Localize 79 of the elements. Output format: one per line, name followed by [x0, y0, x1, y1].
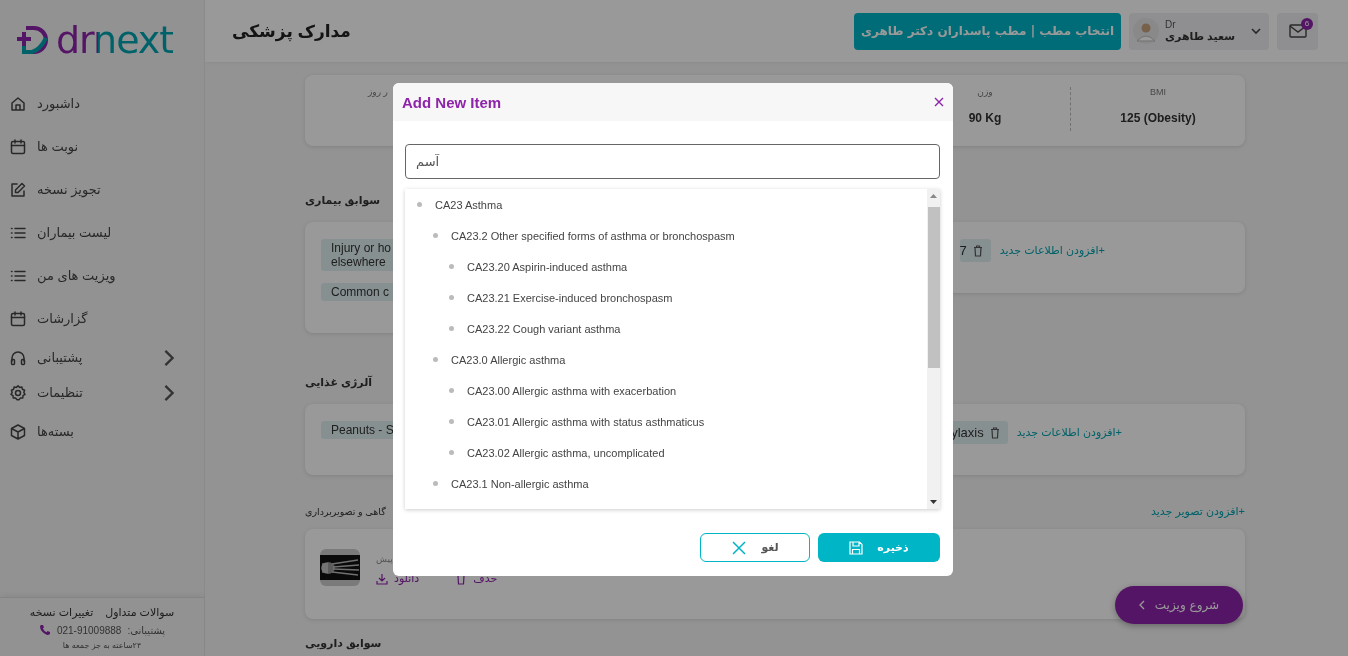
bullet-icon [449, 326, 454, 331]
start-visit-button[interactable]: شروع ویزیت [1115, 586, 1243, 624]
add-info-link[interactable]: +افزودن اطلاعات جدید [999, 244, 1105, 257]
tree-item[interactable]: CA23.1 Non-allergic asthma [451, 477, 589, 490]
tree-item[interactable]: CA23.00 Allergic asthma with exacerbation [467, 384, 677, 397]
mail-button[interactable]: 6 [1277, 12, 1318, 50]
vital-value: 90 Kg [968, 111, 1002, 125]
delete-button[interactable]: حذف [455, 572, 498, 585]
tree-item[interactable]: CA23.02 Allergic asthma, uncomplicated [467, 446, 665, 459]
vital-label: BMI [1150, 87, 1166, 97]
bullet-icon [433, 233, 438, 238]
support-phone: 021-91009888 [56, 624, 122, 636]
scroll-down-icon[interactable] [930, 500, 937, 504]
sidebar-item[interactable]: گزارشات [0, 297, 204, 340]
vital-label: وزن [977, 87, 993, 97]
sidebar-item[interactable]: تجویز نسخه [0, 168, 204, 211]
calendar-icon [9, 137, 27, 156]
trash-icon[interactable] [972, 244, 983, 257]
section-title: سوابق دارویی [305, 636, 382, 650]
search-field[interactable]: آسم [405, 144, 940, 179]
calendar-icon [9, 309, 27, 328]
support-label: پشتیبانی: [127, 624, 166, 636]
tree-item[interactable]: CA23.22 Cough variant asthma [467, 322, 621, 335]
close-icon [731, 539, 748, 556]
tag-label: 7 [959, 243, 967, 258]
sidebar-item[interactable]: بسته‌ها [0, 410, 204, 453]
sidebar-item[interactable]: پشتیبانی [0, 340, 204, 375]
sidebar-item[interactable]: لیست بیماران [0, 211, 204, 254]
bullet-icon [449, 450, 454, 455]
save-button[interactable]: ذخیره [818, 533, 940, 562]
bullet-icon [449, 419, 454, 424]
bullet-icon [433, 357, 438, 362]
tree-item[interactable]: CA23.0 Allergic asthma [451, 353, 566, 366]
sidebar-item[interactable]: نوبت ها [0, 125, 204, 168]
close-icon[interactable] [934, 97, 944, 107]
tree-item[interactable]: CA23.2 Other specified forms of asthma or bronchospasm [451, 229, 735, 242]
tree-item[interactable]: CA23 Asthma [435, 198, 503, 211]
notification-badge: 6 [1301, 17, 1313, 30]
vital-value: 125 (Obesity) [1120, 111, 1196, 125]
settings-icon [9, 383, 27, 402]
add-info-link[interactable]: +افزودن اطلاعات جدید [1016, 426, 1122, 439]
chevron-icon [1138, 600, 1145, 610]
caret-icon [1251, 27, 1261, 35]
sidebar-item[interactable]: تنظیمات [0, 375, 204, 410]
section-title: سوابق بیماری [305, 193, 381, 207]
scroll-up-icon[interactable] [930, 194, 937, 198]
thumbnail[interactable] [320, 549, 360, 586]
cancel-button[interactable]: لغو [700, 533, 810, 562]
bullet-icon [417, 202, 422, 207]
section-title: گاهی و تصویربرداری [305, 505, 386, 517]
phone-icon [38, 624, 51, 636]
page-title: مدارک پزشکی [232, 20, 351, 42]
sidebar-item[interactable]: داشبورد [0, 82, 204, 125]
trash-icon[interactable] [989, 426, 1000, 439]
footer-link[interactable]: سوالات متداول [105, 606, 175, 619]
vital-label: ر روز [368, 87, 388, 97]
home-icon [9, 94, 27, 113]
bullet-icon [449, 264, 454, 269]
user-name: سعید طاهری [1165, 30, 1236, 43]
support-hours: ۲۴ساعته به جز جمعه ها [62, 641, 142, 650]
tree-item[interactable]: CA23.20 Aspirin-induced asthma [467, 260, 628, 273]
tree-item[interactable]: CA23.21 Exercise-induced bronchospasm [467, 291, 673, 304]
headphones-icon [9, 348, 27, 367]
avatar-icon [1133, 18, 1159, 44]
bullet-icon [449, 388, 454, 393]
sidebar-item[interactable]: ویزیت های من [0, 254, 204, 297]
bullet-icon [433, 481, 438, 486]
tree-item[interactable]: CA23.01 Allergic asthma with status asthmaticus [467, 415, 705, 428]
box-icon [9, 422, 27, 441]
scrollbar[interactable] [927, 189, 940, 509]
modal-title: Add New Item [402, 93, 502, 111]
bullet-icon [449, 295, 454, 300]
section-title: آلرژی غذایی [305, 375, 373, 389]
footer-link[interactable]: تغییرات نسخه [29, 606, 94, 619]
file-caption: پیش [376, 554, 393, 564]
envelope-icon [1288, 24, 1307, 38]
pencil-icon [9, 180, 27, 199]
user-prefix: Dr [1165, 19, 1177, 30]
download-icon [376, 572, 388, 585]
